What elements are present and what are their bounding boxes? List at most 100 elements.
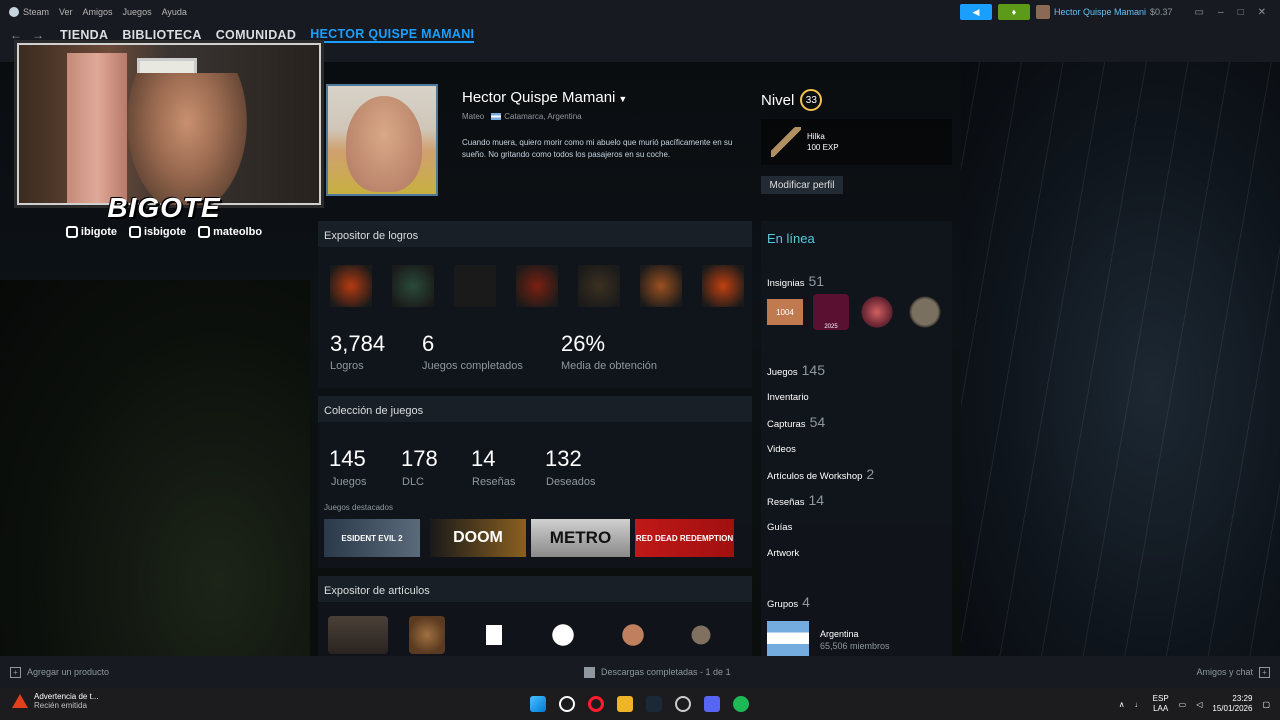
wishlist-count[interactable]: 132 <box>545 446 582 472</box>
social-tiktok-handle: isbigote <box>143 226 187 238</box>
taskbar-apps <box>530 696 749 712</box>
featured-game-doom[interactable]: DOOM <box>430 519 526 557</box>
dlc-count[interactable]: 178 <box>401 446 438 472</box>
featured-game-rdr2[interactable]: RED DEAD REDEMPTION <box>635 519 734 557</box>
sidebar-link-inventory[interactable]: Inventario <box>767 392 809 403</box>
games-completed[interactable]: 6 <box>422 331 434 357</box>
volume-icon[interactable]: ◁ <box>1196 700 1202 709</box>
add-product-button[interactable]: + Agregar un producto <box>10 666 109 678</box>
badge-steam-2025[interactable]: 2025 <box>813 294 849 330</box>
achievement-icon[interactable] <box>454 265 496 307</box>
close-icon[interactable]: ✕ <box>1258 7 1266 18</box>
account-avatar[interactable] <box>1035 5 1050 19</box>
search-icon[interactable] <box>559 696 575 712</box>
bell-icon: ♦ <box>1011 7 1017 17</box>
notifications-button[interactable]: ♦ <box>997 4 1030 20</box>
taskbar-notification[interactable]: Advertencia de t... Recién emitida <box>12 692 98 710</box>
windows-start-icon[interactable] <box>530 696 546 712</box>
sidebar-link-groups[interactable]: Grupos 4 <box>767 594 810 610</box>
social-instagram-handle: mateolbo <box>213 226 263 238</box>
maximize-icon[interactable]: □ <box>1238 7 1244 18</box>
sidebar-link-reviews[interactable]: Reseñas 14 <box>767 492 824 508</box>
edit-profile-button[interactable]: Modificar perfil <box>761 176 843 194</box>
achievement-icon[interactable] <box>392 265 434 307</box>
sidebar-link-artwork[interactable]: Artwork <box>767 548 799 559</box>
badge-1004[interactable]: 1004 <box>767 299 803 325</box>
badge-sakura[interactable] <box>859 294 895 330</box>
level-badge[interactable]: 33 <box>800 89 823 111</box>
menu-ayuda[interactable]: Ayuda <box>162 7 187 17</box>
file-explorer-icon[interactable] <box>617 696 633 712</box>
steam-logo-icon <box>9 7 19 17</box>
sidebar-groups-count: 4 <box>802 594 810 610</box>
featured-games-label: Juegos destacados <box>324 503 393 512</box>
sidebar-link-games[interactable]: Juegos 145 <box>767 362 825 378</box>
profile-name: Hector Quispe Mamani <box>462 89 616 106</box>
announcements-button[interactable]: ◀ <box>959 4 992 20</box>
clock[interactable]: 23:29 15/01/2026 <box>1212 694 1252 714</box>
obs-icon[interactable] <box>675 696 691 712</box>
menu-juegos[interactable]: Juegos <box>123 7 152 17</box>
item-hooded-figure[interactable] <box>328 616 388 654</box>
achievement-icon[interactable] <box>330 265 372 307</box>
notification-center-icon[interactable]: ▢ <box>1262 700 1270 709</box>
tray-chevron-up-icon[interactable]: ∧ <box>1119 700 1125 709</box>
reviews-count[interactable]: 14 <box>471 446 495 472</box>
achievements-total[interactable]: 3,784 <box>330 331 385 357</box>
sidebar-link-guides[interactable]: Guías <box>767 522 792 533</box>
minimize-icon[interactable]: – <box>1218 7 1224 18</box>
account-name[interactable]: Hector Quispe Mamani <box>1054 7 1146 17</box>
profile-avatar <box>326 84 438 196</box>
opera-icon[interactable] <box>588 696 604 712</box>
profile-name-dropdown[interactable]: Hector Quispe Mamani ▼ <box>462 89 627 106</box>
friends-chat-button[interactable]: Amigos y chat + <box>1196 666 1270 678</box>
download-icon <box>584 666 595 678</box>
featured-badge[interactable]: Hilka 100 EXP <box>761 119 952 165</box>
steam-icon[interactable] <box>646 696 662 712</box>
language-indicator[interactable]: ESP LAA <box>1153 694 1169 714</box>
group-name[interactable]: Argentina <box>820 629 859 639</box>
online-status: En línea <box>767 231 815 246</box>
featured-game-re2[interactable]: ESIDENT EVIL 2 <box>324 519 420 557</box>
downloads-status[interactable]: Descargas completadas - 1 de 1 <box>584 666 731 678</box>
sidebar-link-workshop[interactable]: Artículos de Workshop 2 <box>767 466 874 482</box>
achievement-icon[interactable] <box>578 265 620 307</box>
sidebar-link-badges[interactable]: Insignias 51 <box>767 273 824 289</box>
microphone-icon[interactable]: ♩ <box>1135 700 1143 709</box>
item-face[interactable] <box>615 616 651 654</box>
webcam-person <box>127 73 247 205</box>
achievement-icon[interactable] <box>640 265 682 307</box>
social-instagram: mateolbo <box>198 226 263 239</box>
item-armor[interactable] <box>683 616 719 654</box>
social-twitch-handle: ibigote <box>80 226 117 238</box>
item-letter[interactable] <box>476 616 512 654</box>
achievement-icons <box>330 265 744 307</box>
menu-ver[interactable]: Ver <box>59 7 73 17</box>
sidebar-link-screenshots[interactable]: Capturas 54 <box>767 414 825 430</box>
featured-game-metro[interactable]: METRO <box>531 519 630 557</box>
dlc-count-label: DLC <box>402 476 425 488</box>
badge-coin[interactable] <box>907 294 943 330</box>
level-label: Nivel <box>761 91 795 109</box>
achievement-icon[interactable] <box>702 265 744 307</box>
profile-sidebar: En línea Insignias 51 1004 2025 Juegos 145… <box>761 221 952 656</box>
bigpicture-icon[interactable]: ▭ <box>1195 7 1204 18</box>
downloads-label: Descargas completadas - 1 de 1 <box>601 667 731 677</box>
games-count-label: Juegos <box>331 476 367 488</box>
group-avatar[interactable] <box>767 621 809 656</box>
games-count[interactable]: 145 <box>329 446 366 472</box>
sidebar-link-videos[interactable]: Videos <box>767 444 796 455</box>
item-emblem[interactable] <box>409 616 445 654</box>
profile-realname: Mateo <box>462 112 485 121</box>
item-star-badge[interactable] <box>545 616 581 654</box>
caret-down-icon: ▼ <box>618 94 628 104</box>
spotify-icon[interactable] <box>733 696 749 712</box>
menu-amigos[interactable]: Amigos <box>83 7 113 17</box>
network-icon[interactable]: ▭ <box>1179 700 1187 709</box>
sidebar-workshop-count: 2 <box>866 466 875 482</box>
streamer-socials: ibigote isbigote mateolbo <box>14 226 314 239</box>
menu-steam[interactable]: Steam <box>23 7 49 17</box>
tab-profile[interactable]: HECTOR QUISPE MAMANI <box>310 27 475 43</box>
achievement-icon[interactable] <box>516 265 558 307</box>
discord-icon[interactable] <box>704 696 720 712</box>
